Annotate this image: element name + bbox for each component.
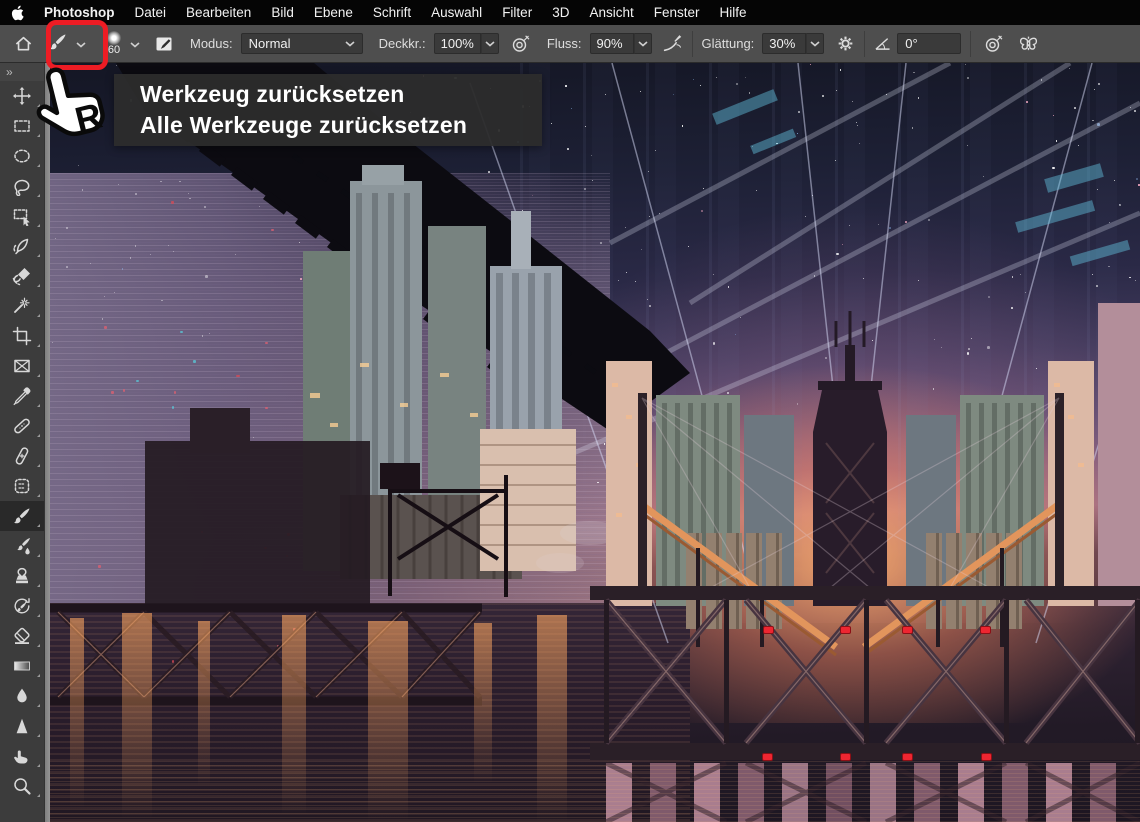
menu-item-ebene[interactable]: Ebene: [304, 0, 363, 25]
brush-tip-preview: [107, 31, 121, 45]
brush-size-picker[interactable]: 60: [102, 31, 140, 56]
menu-item-schrift[interactable]: Schrift: [363, 0, 421, 25]
brush-angle-value: 0°: [897, 33, 962, 54]
separator: [691, 30, 693, 57]
flow-value: 90%: [589, 33, 634, 54]
menu-item-fenster[interactable]: Fenster: [644, 0, 710, 25]
chevron-down-icon: [130, 36, 140, 51]
photoshop-window: Photoshop Datei Bearbeiten Bild Ebene Schrift…: [0, 0, 1140, 822]
water-shimmer: [50, 761, 1140, 822]
angle-icon: [875, 38, 890, 50]
tool-selection-brush[interactable]: [0, 261, 44, 291]
menu-item-bild[interactable]: Bild: [261, 0, 304, 25]
tool-healing-brush[interactable]: [0, 441, 44, 471]
brush-tool-icon: [48, 32, 68, 55]
transform-handle-2[interactable]: [902, 626, 913, 634]
menu-item-reset-tool[interactable]: Werkzeug zurücksetzen: [140, 81, 542, 108]
tool-crop[interactable]: [0, 321, 44, 351]
menu-item-photoshop[interactable]: Photoshop: [34, 0, 125, 25]
menu-item-ansicht[interactable]: Ansicht: [579, 0, 643, 25]
blend-mode-value: Normal: [248, 36, 291, 51]
tool-magnetic-lasso[interactable]: [0, 231, 44, 261]
flow-field[interactable]: 90%: [589, 33, 652, 54]
tool-elliptical-marquee[interactable]: [0, 141, 44, 171]
paint-symmetry-butterfly-button[interactable]: [1018, 33, 1039, 54]
menu-item-3d[interactable]: 3D: [542, 0, 579, 25]
chevron-down-icon: [76, 36, 86, 51]
menu-item-datei[interactable]: Datei: [125, 0, 177, 25]
transform-handle-6[interactable]: [902, 753, 913, 761]
transform-handle-0[interactable]: [763, 626, 774, 634]
mode-label: Modus:: [190, 36, 233, 51]
chevron-down-icon: [345, 40, 355, 47]
menu-item-bearbeiten[interactable]: Bearbeiten: [176, 0, 261, 25]
opacity-label: Deckkr.:: [378, 36, 426, 51]
tool-history-brush[interactable]: [0, 591, 44, 621]
opacity-field[interactable]: 100%: [433, 33, 499, 54]
tool-move[interactable]: [0, 81, 44, 111]
transform-handle-5[interactable]: [840, 753, 851, 761]
cityscape-artwork: [50, 63, 1140, 822]
tools-panel: »: [0, 63, 45, 822]
tool-spot-healing-brush[interactable]: [0, 411, 44, 441]
pressure-size-button[interactable]: [984, 34, 1004, 54]
tool-frame[interactable]: [0, 351, 44, 381]
home-button[interactable]: [10, 34, 36, 53]
tool-zoom[interactable]: [0, 771, 44, 801]
brush-size-value: 60: [107, 44, 121, 56]
tool-smudge[interactable]: [0, 741, 44, 771]
apple-logo-icon[interactable]: [0, 0, 34, 25]
pressure-opacity-button[interactable]: [511, 34, 531, 54]
brush-angle-field[interactable]: 0°: [874, 33, 962, 54]
tool-eraser[interactable]: [0, 621, 44, 651]
tool-blur[interactable]: [0, 681, 44, 711]
tool-lasso[interactable]: [0, 171, 44, 201]
tool-magic-wand[interactable]: [0, 291, 44, 321]
menu-item-filter[interactable]: Filter: [492, 0, 542, 25]
transform-handle-3[interactable]: [980, 626, 991, 634]
airbrush-button[interactable]: [662, 33, 683, 54]
smoothing-value: 30%: [762, 33, 807, 54]
tool-patch[interactable]: [0, 471, 44, 501]
menu-item-hilfe[interactable]: Hilfe: [710, 0, 757, 25]
canvas-area[interactable]: [50, 63, 1140, 822]
tool-sharpen[interactable]: [0, 711, 44, 741]
chevron-down-icon: [633, 33, 652, 54]
chevron-down-icon: [806, 33, 825, 54]
tool-eyedropper[interactable]: [0, 381, 44, 411]
transform-handle-1[interactable]: [840, 626, 851, 634]
blend-mode-select[interactable]: Normal: [240, 33, 363, 54]
tool-mixer-brush[interactable]: [0, 531, 44, 561]
tool-brush[interactable]: [0, 501, 44, 531]
brush-preset-picker[interactable]: [48, 32, 86, 55]
tool-options-bar: 60 Modus: Normal Deckkr.: 100% Fluss: 90…: [0, 25, 1140, 63]
transform-handle-4[interactable]: [762, 753, 773, 761]
tool-rectangular-marquee[interactable]: [0, 111, 44, 141]
smoothing-field[interactable]: 30%: [762, 33, 825, 54]
menu-item-auswahl[interactable]: Auswahl: [421, 0, 492, 25]
menu-item-reset-all-tools[interactable]: Alle Werkzeuge zurücksetzen: [140, 112, 542, 139]
chevron-down-icon: [480, 33, 499, 54]
smoothing-label: Glättung:: [701, 36, 755, 51]
reset-tool-menu: Werkzeug zurücksetzen Alle Werkzeuge zur…: [114, 74, 542, 146]
tool-object-selection[interactable]: [0, 201, 44, 231]
tool-list: [0, 81, 44, 801]
menu-bar: Photoshop Datei Bearbeiten Bild Ebene Schrift…: [0, 0, 1140, 25]
tool-gradient[interactable]: [0, 651, 44, 681]
separator: [970, 30, 972, 57]
transform-handle-7[interactable]: [981, 753, 992, 761]
flow-label: Fluss:: [546, 36, 582, 51]
toolbar-expand-glyph: »: [6, 65, 13, 79]
cyan-glitch-patches: [712, 89, 1131, 267]
app-menus: Photoshop Datei Bearbeiten Bild Ebene Schrift…: [34, 0, 757, 25]
opacity-value: 100%: [433, 33, 481, 54]
toolbar-expand-button[interactable]: »: [0, 63, 44, 81]
tool-clone-stamp[interactable]: [0, 561, 44, 591]
toggle-brush-settings-button[interactable]: [154, 34, 174, 54]
smoothing-gear-button[interactable]: [836, 34, 855, 53]
separator: [864, 30, 866, 57]
